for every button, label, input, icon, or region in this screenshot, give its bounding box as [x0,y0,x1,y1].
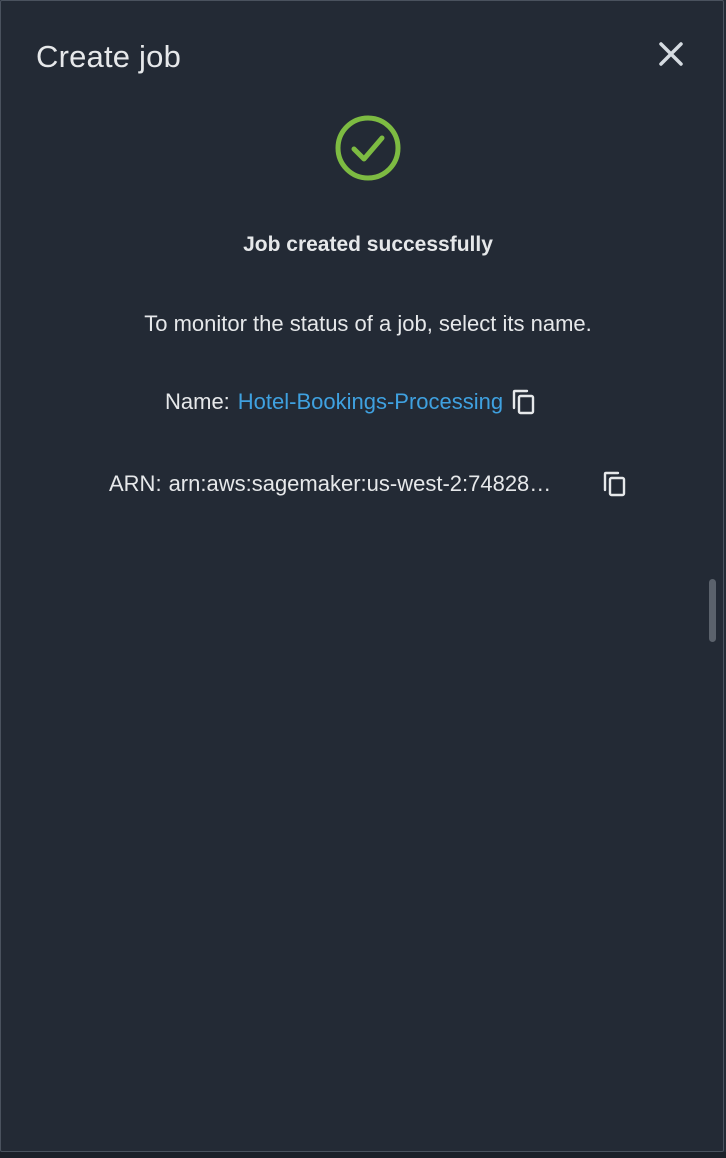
job-arn-row: ARN: arn:aws:sagemaker:us-west-2:74828… [109,469,629,499]
check-circle-icon [334,114,402,182]
create-job-dialog: Create job Job created successfully To m… [0,0,724,1152]
copy-arn-icon[interactable] [601,470,629,498]
job-name-row: Name: Hotel-Bookings-Processing [165,387,538,417]
dialog-title: Create job [36,39,182,74]
job-arn-value: arn:aws:sagemaker:us-west-2:74828… [168,471,552,496]
status-message: To monitor the status of a job, select i… [144,311,592,336]
copy-icon[interactable] [510,388,538,416]
bottom-edge [0,1152,726,1158]
close-icon [659,42,683,66]
job-name-label: Name: [165,389,230,414]
close-button[interactable] [655,38,687,70]
job-arn-label: ARN: [109,471,162,496]
scrollbar-thumb[interactable] [709,579,716,642]
job-name-link[interactable]: Hotel-Bookings-Processing [238,389,503,415]
success-heading: Job created successfully [243,233,493,256]
